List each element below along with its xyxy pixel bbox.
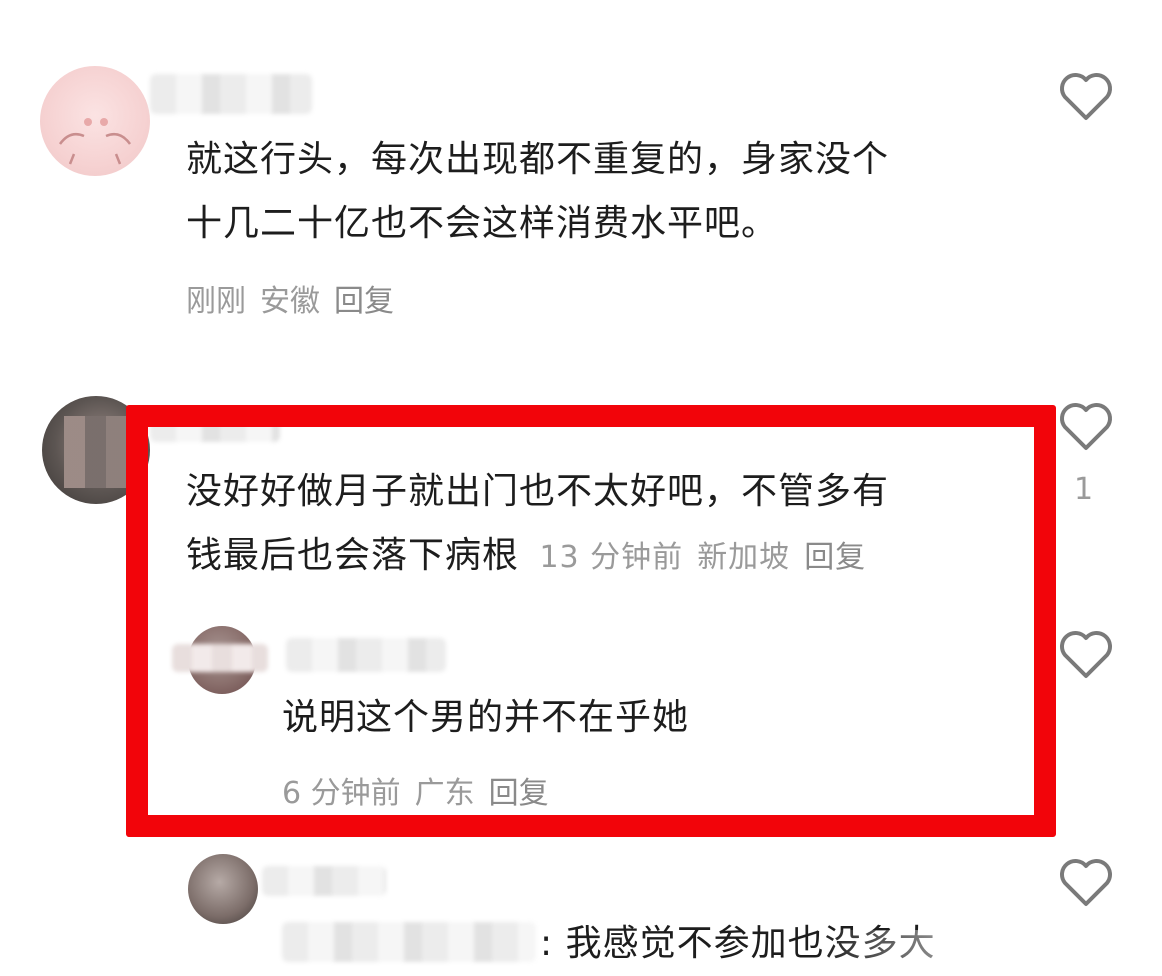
reply-button[interactable]: 回复 xyxy=(489,776,549,811)
username-blurred[interactable] xyxy=(150,420,280,442)
reply-button[interactable]: 回复 xyxy=(804,540,866,575)
heart-outline-icon[interactable] xyxy=(1058,858,1114,908)
comment-text: 没好好做月子就出门也不太好吧，不管多有 钱最后也会落下病根 13 分钟前 新加坡回… xyxy=(186,471,890,576)
reply-to-name-blurred xyxy=(282,922,536,962)
heart-outline-icon[interactable] xyxy=(1058,72,1114,122)
username-blurred[interactable] xyxy=(150,74,312,114)
username-blurred[interactable] xyxy=(286,638,446,672)
comment-time: 刚刚 xyxy=(186,284,246,319)
comment-text: 就这行头，每次出现都不重复的，身家没个 十几二十亿也不会这样消费水平吧。 xyxy=(186,139,890,244)
comment-location: 安徽 xyxy=(260,284,320,319)
avatar[interactable] xyxy=(42,396,150,504)
heart-outline-icon[interactable] xyxy=(1058,630,1114,680)
reply-text: 说明这个男的并不在乎她 xyxy=(282,697,690,738)
reply-button[interactable]: 回复 xyxy=(334,284,394,319)
comment-meta: 13 分钟前 新加坡 回复 xyxy=(539,540,880,575)
heart-outline-icon[interactable] xyxy=(1058,402,1114,452)
comment-location: 新加坡 xyxy=(697,540,791,575)
reply-location: 广东 xyxy=(414,776,475,811)
avatar[interactable] xyxy=(188,854,258,924)
reply-time: 6 分钟前 xyxy=(282,776,401,811)
comment-time: 13 分钟前 xyxy=(539,540,684,575)
truncation-fade xyxy=(820,930,1000,971)
username-blurred[interactable] xyxy=(172,644,268,672)
avatar-doodle xyxy=(58,133,132,165)
comment-meta: 刚刚 安徽 回复 xyxy=(186,276,408,320)
like-count: 1 xyxy=(1074,472,1094,507)
username-blurred[interactable] xyxy=(262,866,386,896)
reply-meta: 6 分钟前 广东 回复 xyxy=(282,768,563,812)
avatar[interactable] xyxy=(40,66,150,176)
